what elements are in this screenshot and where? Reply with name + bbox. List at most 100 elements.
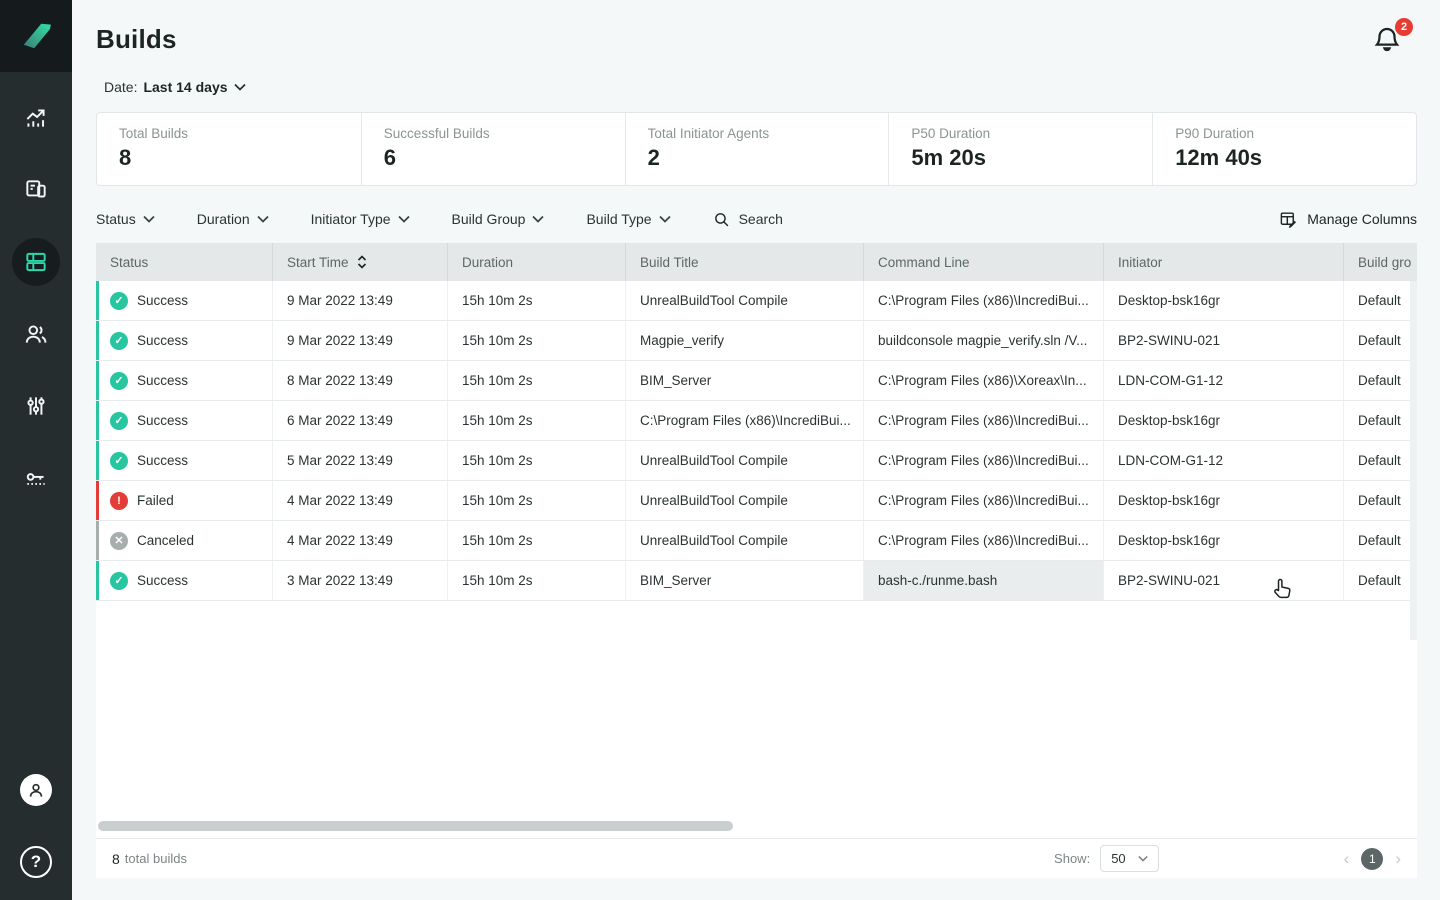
status-canceled-icon: ✕ [110, 532, 128, 550]
date-label: Date: [104, 79, 137, 95]
command-line-cell[interactable]: bash-c./runme.bash [863, 561, 1103, 600]
sidebar-nav [12, 94, 60, 526]
filter-initiator-type[interactable]: Initiator Type [311, 211, 410, 227]
status-label: Success [137, 573, 188, 588]
build-group-cell: Default [1343, 361, 1417, 400]
filter-status[interactable]: Status [96, 211, 155, 227]
column-header-initiator[interactable]: Initiator [1103, 243, 1343, 281]
sort-icon [357, 255, 367, 269]
start-time-cell: 6 Mar 2022 13:49 [272, 401, 447, 440]
filter-build-group[interactable]: Build Group [452, 211, 545, 227]
chevron-down-icon [257, 215, 269, 223]
initiator-cell: Desktop-bsk16gr [1103, 521, 1343, 560]
sidebar-item-users[interactable] [12, 310, 60, 358]
command-line-cell[interactable]: C:\Program Files (x86)\IncrediBui... [863, 401, 1103, 440]
start-time-cell: 9 Mar 2022 13:49 [272, 321, 447, 360]
license-key-icon [23, 465, 49, 491]
chevron-down-icon [1138, 855, 1148, 862]
build-group-cell: Default [1343, 441, 1417, 480]
build-group-cell: Default [1343, 561, 1417, 600]
vertical-scrollbar[interactable] [1410, 281, 1417, 640]
table-row[interactable]: ✓ Success 5 Mar 2022 13:49 15h 10m 2s Un… [96, 441, 1417, 481]
table-header: Status Start Time Duration Build Title C… [96, 243, 1417, 281]
column-header-build-title[interactable]: Build Title [625, 243, 863, 281]
start-time-cell: 3 Mar 2022 13:49 [272, 561, 447, 600]
date-filter[interactable]: Date: Last 14 days [104, 79, 246, 95]
sidebar-item-license[interactable] [12, 454, 60, 502]
command-line-cell[interactable]: C:\Program Files (x86)\IncrediBui... [863, 441, 1103, 480]
start-time-cell: 8 Mar 2022 13:49 [272, 361, 447, 400]
chevron-down-icon [398, 215, 410, 223]
help-icon[interactable]: ? [20, 846, 52, 878]
stat-value: 2 [648, 145, 889, 171]
current-page[interactable]: 1 [1361, 848, 1383, 870]
status-success-icon: ✓ [110, 372, 128, 390]
column-header-status[interactable]: Status [96, 243, 272, 281]
status-success-icon: ✓ [110, 452, 128, 470]
sidebar-bottom: ? [20, 774, 52, 886]
main-content: Builds 2 Date: Last 14 days Total Builds… [72, 0, 1440, 900]
search-icon [713, 211, 730, 228]
sidebar-item-analytics[interactable] [12, 94, 60, 142]
column-header-duration[interactable]: Duration [447, 243, 625, 281]
sidebar-item-settings[interactable] [12, 382, 60, 430]
sidebar: ? [0, 0, 72, 900]
stats-bar: Total Builds 8 Successful Builds 6 Total… [96, 112, 1417, 186]
sidebar-item-agents[interactable] [12, 166, 60, 214]
show-label: Show: [1054, 851, 1090, 866]
duration-cell: 15h 10m 2s [447, 361, 625, 400]
table-row[interactable]: ✓ Success 8 Mar 2022 13:49 15h 10m 2s BI… [96, 361, 1417, 401]
prev-page-button[interactable]: ‹ [1344, 850, 1350, 867]
duration-cell: 15h 10m 2s [447, 401, 625, 440]
table-row[interactable]: ✕ Canceled 4 Mar 2022 13:49 15h 10m 2s U… [96, 521, 1417, 561]
command-line-cell[interactable]: C:\Program Files (x86)\IncrediBui... [863, 481, 1103, 520]
filter-label: Duration [197, 211, 250, 227]
build-group-cell: Default [1343, 401, 1417, 440]
incredibuild-logo-icon [15, 15, 57, 57]
sidebar-item-builds[interactable] [12, 238, 60, 286]
command-line-cell[interactable]: C:\Program Files (x86)\IncrediBui... [863, 521, 1103, 560]
start-time-cell: 4 Mar 2022 13:49 [272, 481, 447, 520]
filter-label: Initiator Type [311, 211, 391, 227]
next-page-button[interactable]: › [1395, 850, 1401, 867]
page-size-select[interactable]: 50 [1100, 845, 1158, 872]
filter-label: Status [96, 211, 136, 227]
command-line-cell[interactable]: buildconsole magpie_verify.sln /V... [863, 321, 1103, 360]
column-header-build-group[interactable]: Build gro [1343, 243, 1417, 281]
agents-devices-icon [23, 177, 49, 203]
status-success-icon: ✓ [110, 332, 128, 350]
horizontal-scrollbar[interactable] [98, 821, 733, 831]
status-label: Success [137, 373, 188, 388]
filter-duration[interactable]: Duration [197, 211, 269, 227]
status-label: Success [137, 413, 188, 428]
build-group-cell: Default [1343, 521, 1417, 560]
start-time-cell: 5 Mar 2022 13:49 [272, 441, 447, 480]
duration-cell: 15h 10m 2s [447, 521, 625, 560]
command-line-cell[interactable]: C:\Program Files (x86)\IncrediBui... [863, 281, 1103, 320]
notifications-button[interactable]: 2 [1372, 24, 1406, 58]
table-row[interactable]: ✓ Success 9 Mar 2022 13:49 15h 10m 2s Ma… [96, 321, 1417, 361]
stat-label: P90 Duration [1175, 126, 1416, 141]
command-line-cell[interactable]: C:\Program Files (x86)\Xoreax\In... [863, 361, 1103, 400]
initiator-cell: BP2-SWINU-021 [1103, 321, 1343, 360]
status-label: Canceled [137, 533, 194, 548]
app-logo[interactable] [0, 0, 72, 72]
stat-p50-duration: P50 Duration 5m 20s [888, 113, 1152, 185]
filter-build-type[interactable]: Build Type [586, 211, 670, 227]
stat-total-builds: Total Builds 8 [97, 113, 361, 185]
table-row[interactable]: ! Failed 4 Mar 2022 13:49 15h 10m 2s Unr… [96, 481, 1417, 521]
user-avatar[interactable] [20, 774, 52, 806]
filter-label: Build Type [586, 211, 651, 227]
status-success-icon: ✓ [110, 412, 128, 430]
manage-columns-button[interactable]: Manage Columns [1279, 210, 1417, 229]
stat-value: 12m 40s [1175, 145, 1416, 171]
table-row[interactable]: ✓ Success 3 Mar 2022 13:49 15h 10m 2s BI… [96, 561, 1417, 601]
chevron-down-icon [659, 215, 671, 223]
stat-label: Total Builds [119, 126, 361, 141]
column-header-command-line[interactable]: Command Line [863, 243, 1103, 281]
table-row[interactable]: ✓ Success 9 Mar 2022 13:49 15h 10m 2s Un… [96, 281, 1417, 321]
column-header-start-time[interactable]: Start Time [272, 243, 447, 281]
table-row[interactable]: ✓ Success 6 Mar 2022 13:49 15h 10m 2s C:… [96, 401, 1417, 441]
initiator-cell: BP2-SWINU-021 [1103, 561, 1343, 600]
search-input[interactable]: Search [713, 211, 783, 228]
